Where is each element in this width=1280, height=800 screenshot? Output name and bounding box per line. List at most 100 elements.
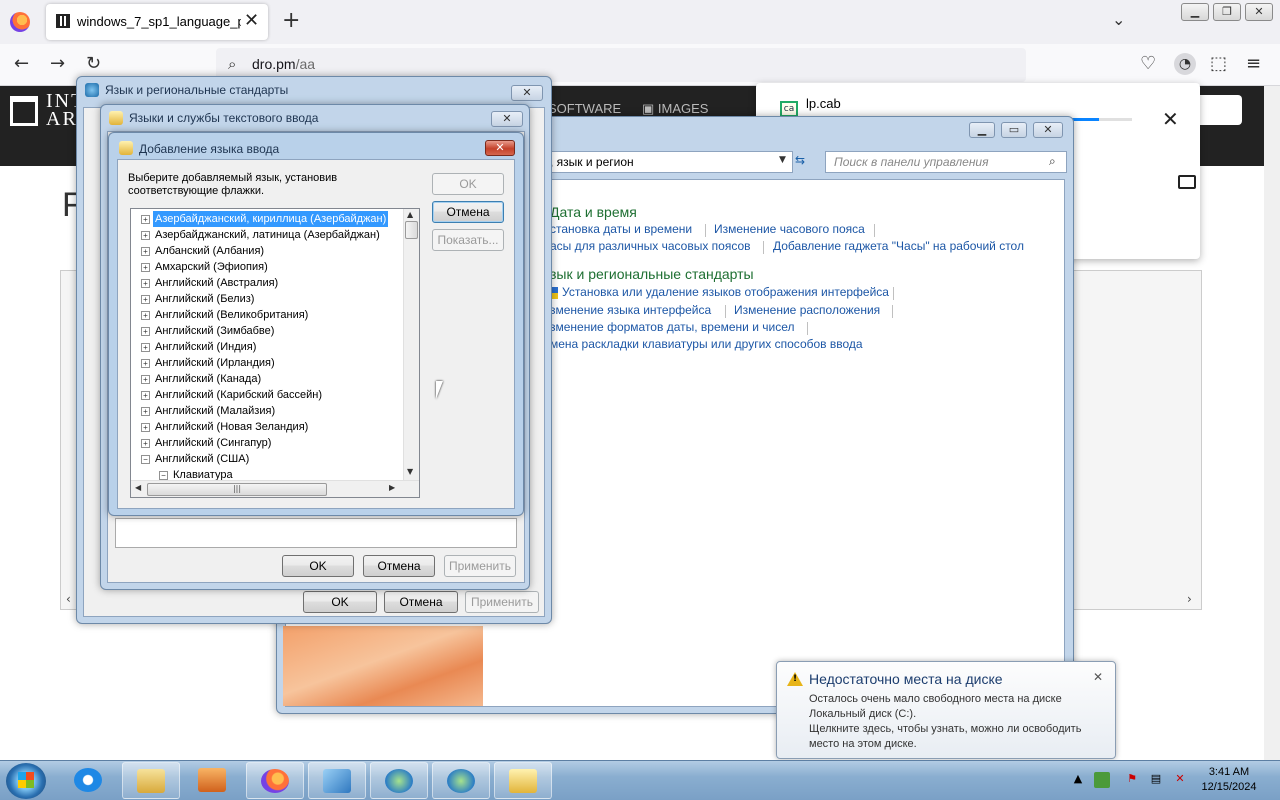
pocket-icon[interactable]: ♡ xyxy=(1140,53,1156,74)
ok-button[interactable]: OK xyxy=(282,555,354,577)
volume-muted-icon[interactable]: ✕ xyxy=(1172,772,1188,788)
expand-icon[interactable]: + xyxy=(141,439,150,448)
expand-icon[interactable]: + xyxy=(141,391,150,400)
nav-software[interactable]: SOFTWARE xyxy=(548,101,621,116)
extensions-icon[interactable]: ⬚ xyxy=(1210,53,1227,74)
close-window-button[interactable]: ✕ xyxy=(1245,3,1273,21)
link-install-display-languages[interactable]: Установка или удаление языков отображени… xyxy=(562,285,889,299)
close-button[interactable]: ✕ xyxy=(491,111,523,127)
minimize-button[interactable]: ▁ xyxy=(1181,3,1209,21)
link-change-timezone[interactable]: Изменение часового пояса xyxy=(714,222,865,236)
search-input[interactable]: Поиск в панели управления xyxy=(825,151,1067,173)
close-button[interactable]: ✕ xyxy=(485,140,515,156)
tab-close-button[interactable]: ✕ xyxy=(244,10,259,31)
link-change-keyboards[interactable]: мена раскладки клавиатуры или других спо… xyxy=(550,337,863,351)
taskbar-firefox[interactable] xyxy=(246,762,304,799)
refresh-icon[interactable]: ⇆ xyxy=(795,153,813,171)
action-center-icon[interactable]: ⚑ xyxy=(1124,772,1140,788)
browser-tab[interactable]: windows_7_sp1_language_pack ✕ xyxy=(46,4,268,40)
taskbar-control-panel[interactable] xyxy=(308,762,366,799)
link-set-date-time[interactable]: становка даты и времени xyxy=(550,222,692,236)
carousel-prev-icon[interactable]: ‹ xyxy=(66,592,71,606)
ok-button[interactable]: OK xyxy=(303,591,377,613)
clock[interactable]: 3:41 AM 12/15/2024 xyxy=(1196,765,1262,795)
collapse-icon[interactable]: − xyxy=(141,455,150,464)
low-disk-space-notification[interactable]: ! Недостаточно места на диске ✕ Осталось… xyxy=(776,661,1116,759)
disk-warning-tray-icon[interactable] xyxy=(1094,772,1110,788)
expand-icon[interactable]: + xyxy=(141,311,150,320)
expand-icon[interactable]: + xyxy=(141,215,150,224)
folder-icon[interactable] xyxy=(1178,175,1196,189)
scroll-down-icon[interactable]: ▼ xyxy=(407,467,413,476)
scroll-thumb[interactable] xyxy=(405,221,418,239)
archive-logo-icon[interactable] xyxy=(10,96,38,126)
ok-button[interactable]: OK xyxy=(432,173,504,195)
expand-icon[interactable]: + xyxy=(141,231,150,240)
apply-button[interactable]: Применить xyxy=(465,591,539,613)
scroll-thumb[interactable]: ||| xyxy=(147,483,327,496)
menu-icon[interactable]: ≡ xyxy=(1246,53,1261,74)
cp-close-button[interactable]: ✕ xyxy=(1033,122,1063,138)
cp-minimize-button[interactable]: ▁ xyxy=(969,122,995,138)
close-button[interactable]: ✕ xyxy=(511,85,543,101)
add-input-language-dialog: Добавление языка ввода ✕ Выберите добавл… xyxy=(108,132,524,516)
chevron-down-icon[interactable]: ▼ xyxy=(779,155,786,165)
back-button[interactable]: ← xyxy=(14,53,29,74)
show-hidden-icons-button[interactable]: ▲ xyxy=(1070,772,1086,788)
link-change-location[interactable]: Изменение расположения xyxy=(734,303,880,317)
expand-icon[interactable]: + xyxy=(141,247,150,256)
close-icon[interactable]: ✕ xyxy=(1093,670,1103,684)
expand-icon[interactable]: + xyxy=(141,375,150,384)
taskbar-media-player[interactable] xyxy=(184,762,242,799)
expand-icon[interactable]: + xyxy=(141,263,150,272)
reload-button[interactable]: ↻ xyxy=(86,53,101,74)
apply-button[interactable]: Применить xyxy=(444,555,516,577)
list-all-tabs-button[interactable]: ⌄ xyxy=(1112,10,1125,29)
taskbar-regional-settings[interactable] xyxy=(370,762,428,799)
downloads-button[interactable]: ◔ xyxy=(1174,53,1196,75)
download-filename[interactable]: lp.cab xyxy=(806,96,841,111)
cancel-button[interactable]: Отмена xyxy=(432,201,504,223)
tree-item-label: Английский (Зимбабве) xyxy=(155,325,275,337)
language-tree[interactable]: + Азербайджанский, кириллица (Азербайджан… xyxy=(130,208,420,498)
link-clocks[interactable]: асы для различных часовых поясов xyxy=(550,239,751,253)
expand-icon[interactable]: + xyxy=(141,343,150,352)
scroll-left-icon[interactable]: ◀ xyxy=(135,483,141,492)
taskbar-explorer[interactable] xyxy=(122,762,180,799)
nav-images[interactable]: ▣ IMAGES xyxy=(642,101,708,117)
expand-icon[interactable]: + xyxy=(141,279,150,288)
taskbar-text-services[interactable] xyxy=(494,762,552,799)
cancel-button[interactable]: Отмена xyxy=(363,555,435,577)
link-change-display-language[interactable]: зменение языка интерфейса xyxy=(550,303,711,317)
expand-icon[interactable]: + xyxy=(141,407,150,416)
scroll-right-icon[interactable]: ▶ xyxy=(389,483,395,492)
link-add-clock-gadget[interactable]: Добавление гаджета "Часы" на рабочий сто… xyxy=(773,239,1024,253)
expand-icon[interactable]: + xyxy=(141,423,150,432)
section-heading-datetime[interactable]: Дата и время xyxy=(550,204,637,220)
expand-icon[interactable]: + xyxy=(141,295,150,304)
section-heading-region[interactable]: зык и региональные стандарты xyxy=(550,266,754,282)
breadcrumb[interactable]: , язык и регион xyxy=(543,151,793,173)
installed-services-list[interactable] xyxy=(115,518,517,548)
cancel-download-button[interactable]: ✕ xyxy=(1162,107,1179,131)
firefox-logo-icon[interactable] xyxy=(10,12,30,32)
forward-button[interactable]: → xyxy=(50,53,65,74)
cp-maximize-button[interactable]: ▭ xyxy=(1001,122,1027,138)
scroll-up-icon[interactable]: ▲ xyxy=(407,210,413,219)
expand-icon[interactable]: + xyxy=(141,359,150,368)
page-scrollbar[interactable] xyxy=(1264,86,1280,760)
taskbar-ie[interactable] xyxy=(60,762,118,799)
taskbar-regional-settings-2[interactable] xyxy=(432,762,490,799)
cancel-button[interactable]: Отмена xyxy=(384,591,458,613)
carousel-next-icon[interactable]: › xyxy=(1187,592,1192,606)
search-icon[interactable]: ⌕ xyxy=(1049,154,1056,169)
link-change-formats[interactable]: зменение форматов даты, времени и чисел xyxy=(550,320,794,334)
expand-icon[interactable]: + xyxy=(141,327,150,336)
collapse-icon[interactable]: − xyxy=(159,471,168,480)
preview-button[interactable]: Показать... xyxy=(432,229,504,251)
vertical-scrollbar[interactable]: ▲ ▼ xyxy=(403,209,419,480)
network-icon[interactable]: ▤ xyxy=(1148,772,1164,788)
new-tab-button[interactable]: + xyxy=(282,8,300,33)
horizontal-scrollbar[interactable]: ◀ ||| ▶ xyxy=(131,480,419,497)
restore-button[interactable]: ❐ xyxy=(1213,3,1241,21)
